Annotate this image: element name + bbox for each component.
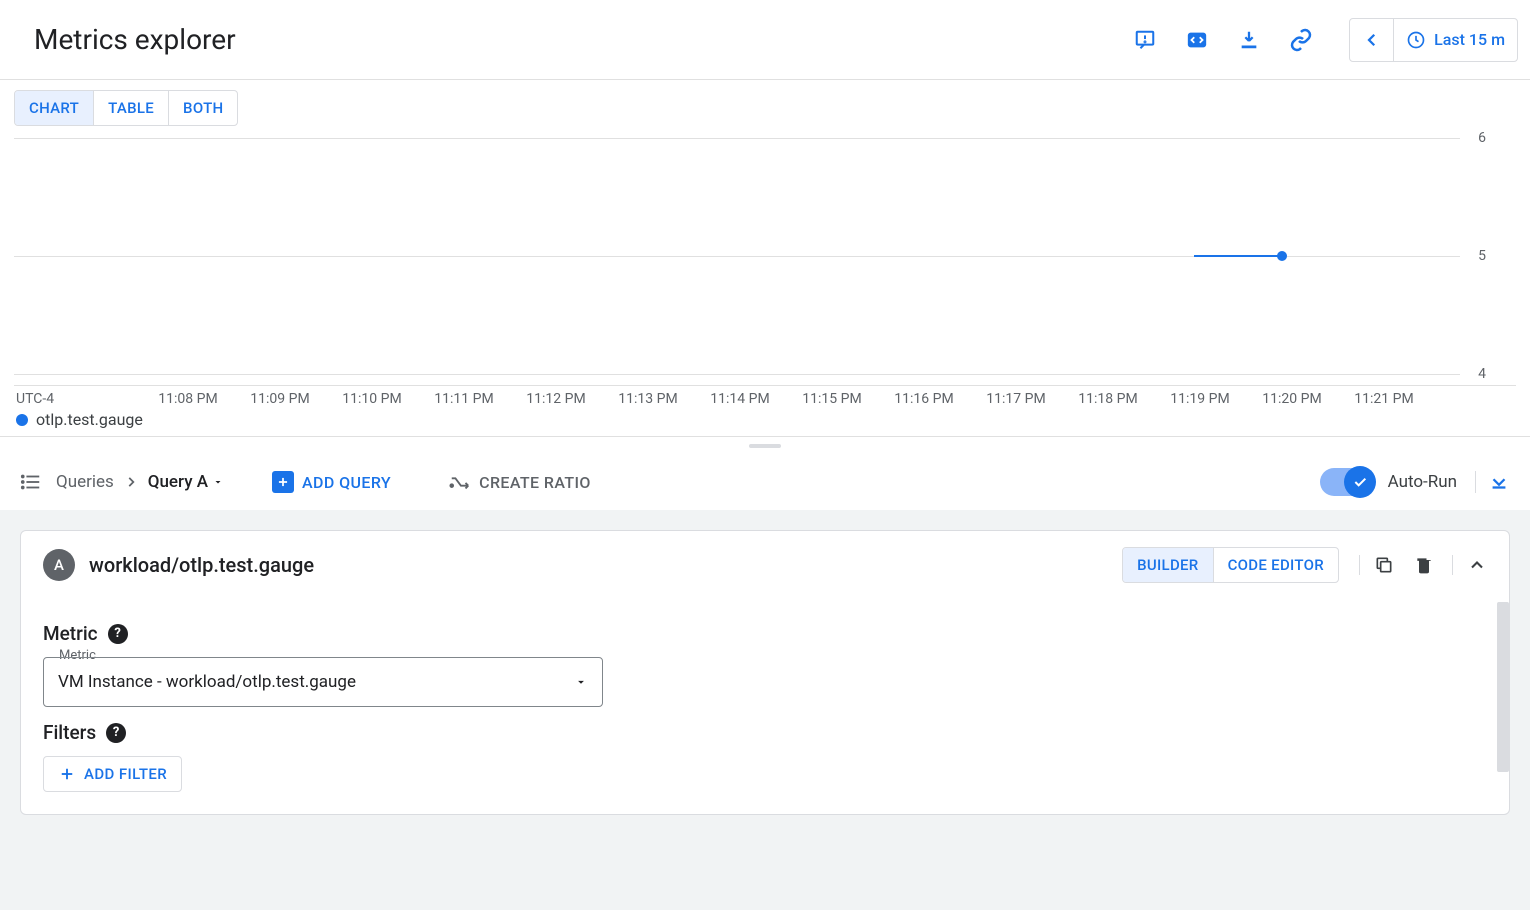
mode-builder[interactable]: BUILDER: [1123, 548, 1212, 582]
queries-label[interactable]: Queries: [56, 472, 114, 492]
help-icon[interactable]: ?: [106, 723, 126, 743]
metric-field: Metric VM Instance - workload/otlp.test.…: [43, 657, 603, 707]
y-tick: 5: [1478, 248, 1486, 264]
query-panel-container: A workload/otlp.test.gauge BUILDER CODE …: [0, 510, 1530, 910]
timezone-label: UTC-4: [16, 391, 54, 407]
panel-body: Metric ? Metric VM Instance - workload/o…: [21, 599, 1509, 814]
x-tick: 11:09 PM: [250, 391, 309, 407]
x-tick: 11:21 PM: [1354, 391, 1413, 407]
time-range-label: Last 15 m: [1434, 30, 1505, 49]
grid-line: [14, 138, 1460, 139]
x-tick: 11:20 PM: [1262, 391, 1321, 407]
query-panel: A workload/otlp.test.gauge BUILDER CODE …: [20, 530, 1510, 815]
grid-line: [14, 374, 1460, 375]
metric-section-text: Metric: [43, 622, 98, 645]
auto-run-toggle[interactable]: [1320, 468, 1374, 496]
copy-icon[interactable]: [1374, 555, 1394, 575]
legend-dot: [16, 414, 28, 426]
data-line: [1194, 255, 1282, 257]
time-range-button[interactable]: Last 15 m: [1394, 19, 1517, 61]
resize-handle[interactable]: [0, 436, 1530, 454]
time-range-group: Last 15 m: [1349, 18, 1518, 62]
chart-canvas[interactable]: 6 5 4: [14, 126, 1516, 386]
merge-icon: [449, 471, 471, 493]
header: Metrics explorer Last 15 m: [0, 0, 1530, 80]
query-dropdown[interactable]: Query A: [148, 472, 224, 492]
link-icon[interactable]: [1289, 28, 1313, 52]
metric-value: VM Instance - workload/otlp.test.gauge: [58, 672, 356, 692]
view-tabs: CHART TABLE BOTH: [14, 90, 238, 126]
feedback-icon[interactable]: [1133, 28, 1157, 52]
editor-mode-group: BUILDER CODE EDITOR: [1122, 547, 1339, 583]
plus-icon: [272, 471, 294, 493]
x-tick: 11:19 PM: [1170, 391, 1229, 407]
create-ratio-label: CREATE RATIO: [479, 473, 591, 492]
scrollbar-thumb[interactable]: [1497, 602, 1509, 772]
plus-icon: [58, 765, 76, 783]
tab-table[interactable]: TABLE: [93, 91, 168, 125]
x-tick: 11:16 PM: [894, 391, 953, 407]
chevron-right-icon: [124, 475, 138, 489]
tab-both[interactable]: BOTH: [168, 91, 237, 125]
y-tick: 4: [1478, 366, 1486, 382]
query-name-label: Query A: [148, 472, 208, 492]
add-query-label: ADD QUERY: [302, 473, 391, 492]
chart-legend[interactable]: otlp.test.gauge: [14, 406, 1516, 429]
x-axis: UTC-4 11:08 PM 11:09 PM 11:10 PM 11:11 P…: [14, 386, 1516, 406]
code-icon[interactable]: [1185, 28, 1209, 52]
chart-area: 6 5 4 UTC-4 11:08 PM 11:09 PM 11:10 PM 1…: [0, 126, 1530, 436]
x-tick: 11:17 PM: [986, 391, 1045, 407]
x-tick: 11:11 PM: [434, 391, 493, 407]
x-tick: 11:14 PM: [710, 391, 769, 407]
collapse-all-button[interactable]: [1475, 471, 1510, 493]
collapse-icon[interactable]: [1452, 555, 1487, 575]
x-tick: 11:15 PM: [802, 391, 861, 407]
queries-breadcrumb: Queries Query A: [56, 472, 224, 492]
y-tick: 6: [1478, 130, 1486, 146]
caret-down-icon: [212, 476, 224, 488]
auto-run-label: Auto-Run: [1388, 472, 1457, 492]
add-query-button[interactable]: ADD QUERY: [272, 471, 391, 493]
handle-bar: [749, 444, 781, 448]
add-filter-button[interactable]: ADD FILTER: [43, 756, 182, 792]
toggle-knob: [1344, 466, 1376, 498]
view-tabs-row: CHART TABLE BOTH: [0, 80, 1530, 126]
help-icon[interactable]: ?: [108, 624, 128, 644]
legend-label: otlp.test.gauge: [36, 410, 143, 429]
metric-section-label: Metric ?: [43, 622, 1487, 645]
time-back-button[interactable]: [1350, 19, 1394, 61]
x-tick: 11:08 PM: [158, 391, 217, 407]
check-icon: [1352, 474, 1368, 490]
panel-header: A workload/otlp.test.gauge BUILDER CODE …: [21, 531, 1509, 599]
header-actions: Last 15 m: [1133, 18, 1518, 62]
page-title: Metrics explorer: [34, 23, 236, 56]
x-tick: 11:13 PM: [618, 391, 677, 407]
panel-actions: [1359, 555, 1434, 575]
tab-chart[interactable]: CHART: [15, 91, 93, 125]
filters-section-text: Filters: [43, 721, 96, 744]
delete-icon[interactable]: [1414, 555, 1434, 575]
add-filter-label: ADD FILTER: [84, 765, 167, 783]
caret-down-icon: [574, 675, 588, 689]
create-ratio-button[interactable]: CREATE RATIO: [449, 471, 591, 493]
query-badge: A: [43, 549, 75, 581]
metric-select[interactable]: VM Instance - workload/otlp.test.gauge: [43, 657, 603, 707]
filters-section-label: Filters ?: [43, 721, 1487, 744]
clock-icon: [1406, 30, 1426, 50]
list-icon: [20, 471, 42, 493]
data-point: [1277, 251, 1287, 261]
query-title: workload/otlp.test.gauge: [89, 553, 314, 577]
download-icon[interactable]: [1237, 28, 1261, 52]
x-tick: 11:12 PM: [526, 391, 585, 407]
x-tick: 11:18 PM: [1078, 391, 1137, 407]
mode-code-editor[interactable]: CODE EDITOR: [1213, 548, 1338, 582]
x-tick: 11:10 PM: [342, 391, 401, 407]
query-bar: Queries Query A ADD QUERY CREATE RATIO A…: [0, 454, 1530, 510]
